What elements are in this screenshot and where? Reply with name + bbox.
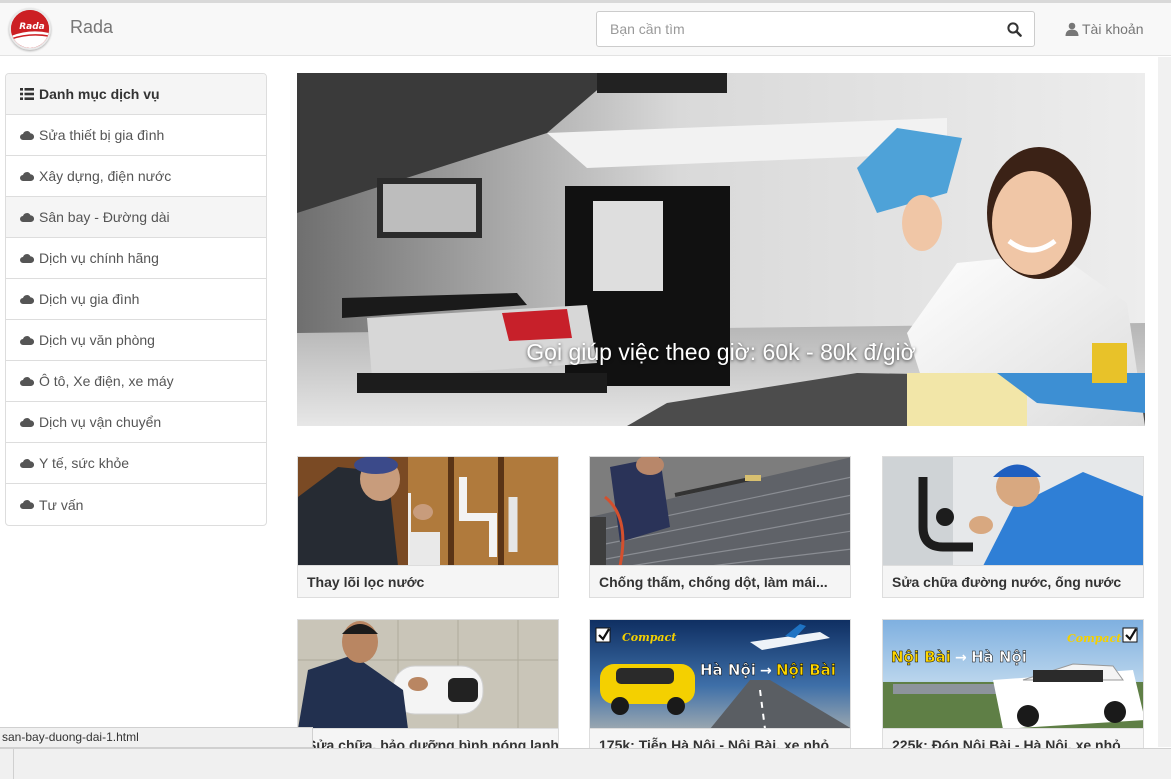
category-item-sua-thiet-bi[interactable]: Sửa thiết bị gia đình	[6, 115, 266, 156]
category-heading-label: Danh mục dịch vụ	[39, 86, 160, 102]
category-item-o-to[interactable]: Ô tô, Xe điện, xe máy	[6, 361, 266, 402]
service-title: Thay lõi lọc nước	[307, 573, 425, 590]
cloud-icon	[20, 417, 34, 427]
service-card-airport-dropoff[interactable]: Compact Hà Nội → Nội Bài 175k: Tiễn Hà N…	[589, 619, 851, 761]
category-item-van-phong[interactable]: Dịch vụ văn phòng	[6, 320, 266, 361]
category-label: Dịch vụ gia đình	[39, 291, 140, 307]
category-label: Ô tô, Xe điện, xe máy	[39, 373, 174, 389]
service-title: Sửa chữa đường nước, ống nước	[892, 573, 1122, 590]
service-image	[883, 457, 1143, 566]
search-input[interactable]	[597, 12, 992, 46]
search-button[interactable]	[994, 12, 1034, 46]
category-item-san-bay[interactable]: Sân bay - Đường dài	[6, 197, 266, 238]
service-card-water-heater[interactable]: Sửa chữa, bảo dưỡng bình nóng lạnh	[297, 619, 559, 761]
bottom-bar	[0, 748, 1171, 779]
category-panel: Danh mục dịch vụ Sửa thiết bị gia đình X…	[5, 73, 267, 526]
category-heading: Danh mục dịch vụ	[6, 74, 266, 115]
list-icon	[20, 88, 34, 100]
category-label: Tư vấn	[39, 496, 84, 513]
category-item-gia-dinh[interactable]: Dịch vụ gia đình	[6, 279, 266, 320]
cloud-icon	[20, 130, 34, 140]
banner-caption: Gọi giúp việc theo giờ: 60k - 80k đ/giờ	[526, 339, 916, 365]
cloud-icon	[20, 253, 34, 263]
cloud-icon	[20, 500, 34, 509]
svg-text:→: →	[760, 663, 772, 679]
category-item-van-chuyen[interactable]: Dịch vụ vận chuyển	[6, 402, 266, 443]
category-label: Sửa thiết bị gia đình	[39, 127, 165, 143]
banner-image	[297, 73, 1145, 426]
cloud-icon	[20, 376, 34, 386]
user-icon	[1065, 22, 1079, 36]
hero-banner[interactable]: Gọi giúp việc theo giờ: 60k - 80k đ/giờ	[297, 73, 1145, 426]
image-route-to: Nội Bài	[776, 661, 836, 679]
cloud-icon	[20, 171, 34, 181]
service-card-roofing[interactable]: Chống thấm, chống dột, làm mái...	[589, 456, 851, 598]
search-icon	[1006, 21, 1022, 37]
category-label: Sân bay - Đường dài	[39, 209, 170, 225]
category-item-tu-van[interactable]: Tư vấn	[6, 484, 266, 525]
service-card-airport-pickup[interactable]: Compact Nội Bài → Hà Nội 225k: Đón Nội B…	[882, 619, 1144, 761]
category-label: Xây dựng, điện nước	[39, 168, 172, 184]
category-label: Y tế, sức khỏe	[39, 455, 130, 471]
image-route-from: Hà Nội	[700, 661, 756, 679]
category-item-y-te[interactable]: Y tế, sức khỏe	[6, 443, 266, 484]
cloud-icon	[20, 335, 34, 345]
category-label: Dịch vụ văn phòng	[39, 332, 155, 348]
account-label: Tài khoản	[1082, 21, 1144, 37]
category-label: Dịch vụ vận chuyển	[39, 414, 162, 430]
category-label: Dịch vụ chính hãng	[39, 250, 159, 266]
search-box	[596, 11, 1035, 47]
cloud-icon	[20, 212, 34, 222]
cloud-icon	[20, 458, 34, 468]
bottom-bar-divider	[13, 749, 14, 779]
brand-name[interactable]: Rada	[70, 17, 113, 38]
page-scrollbar[interactable]	[1158, 57, 1171, 747]
service-image: Compact Hà Nội → Nội Bài	[590, 620, 850, 729]
account-link[interactable]: Tài khoản	[1065, 21, 1143, 37]
brand-logo[interactable]: Rada	[9, 8, 51, 50]
cloud-icon	[20, 294, 34, 304]
svg-text:→: →	[955, 650, 967, 666]
service-image	[298, 457, 558, 566]
service-card-water-filter[interactable]: Thay lõi lọc nước	[297, 456, 559, 598]
image-route-to: Hà Nội	[971, 648, 1027, 666]
service-card-plumbing[interactable]: Sửa chữa đường nước, ống nước	[882, 456, 1144, 598]
image-route-from: Nội Bài	[891, 648, 951, 666]
category-item-xay-dung[interactable]: Xây dựng, điện nước	[6, 156, 266, 197]
service-image: Compact Nội Bài → Hà Nội	[883, 620, 1143, 729]
category-item-chinh-hang[interactable]: Dịch vụ chính hãng	[6, 238, 266, 279]
image-badge-text: Compact	[622, 631, 676, 644]
top-navbar: Rada Rada Tài khoản	[0, 0, 1171, 56]
service-image	[590, 457, 850, 566]
image-badge-text: Compact	[1067, 632, 1121, 645]
svg-text:Rada: Rada	[19, 22, 45, 32]
service-title: Chống thấm, chống dột, làm mái...	[599, 573, 828, 590]
service-image	[298, 620, 558, 729]
status-bar-url: san-bay-duong-dai-1.html	[0, 727, 313, 748]
